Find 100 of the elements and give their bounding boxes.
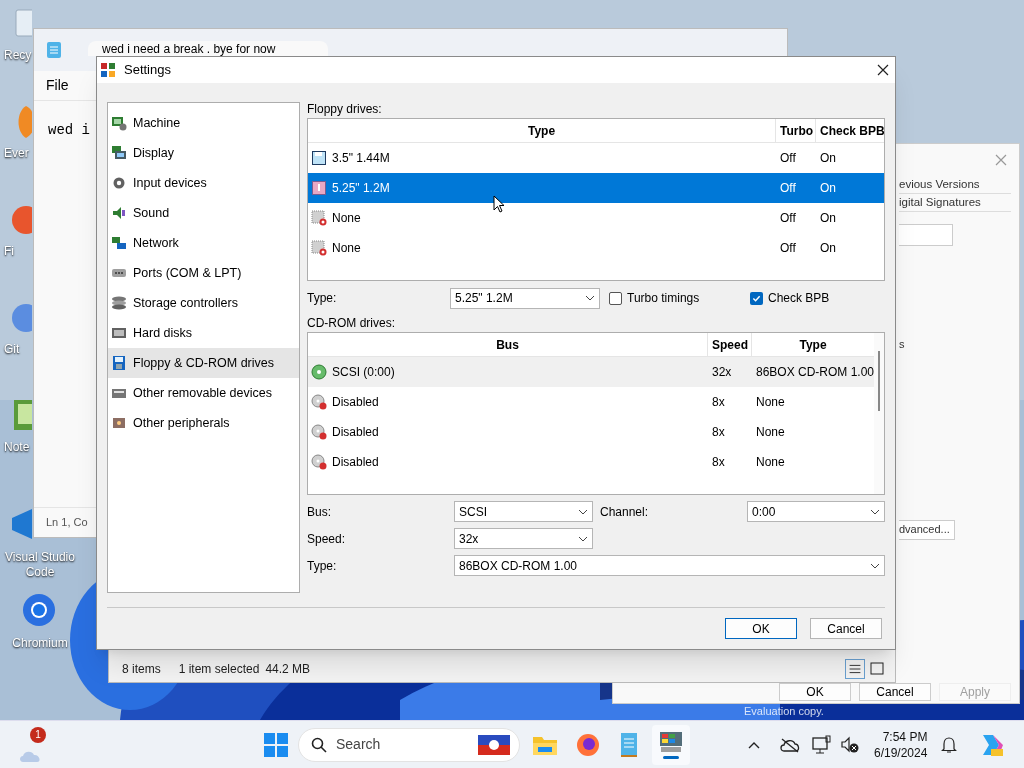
floppy-icon (311, 150, 327, 166)
cloud-off-icon[interactable] (780, 736, 800, 753)
table-cell-text: None (755, 454, 786, 471)
speed-dropdown[interactable]: 32x (454, 528, 593, 549)
bus-dropdown[interactable]: SCSI (454, 501, 593, 522)
category-item[interactable]: Sound (108, 198, 299, 228)
type-dropdown[interactable]: 5.25" 1.2M (450, 287, 600, 309)
table-cell-text: None (332, 240, 361, 257)
category-item[interactable]: Display (108, 138, 299, 168)
chevron-up-icon[interactable] (748, 740, 760, 749)
table-row[interactable]: None Off On (308, 203, 884, 233)
table-cell-text: Off (779, 180, 797, 197)
field-label: Type: (307, 290, 338, 307)
monitor-icon[interactable] (812, 734, 832, 755)
table-cell-text: Off (779, 240, 797, 257)
speaker-icon (111, 205, 127, 221)
column-header[interactable]: Type (308, 119, 776, 142)
table-cell-text: 3.5" 1.44M (332, 150, 390, 167)
category-item[interactable]: Hard disks (108, 318, 299, 348)
category-item[interactable]: Ports (COM & LPT) (108, 258, 299, 288)
tab[interactable]: wed i need a break . bye for now (88, 41, 328, 56)
clock[interactable]: 7:54 PM 6/19/2024 (874, 728, 928, 761)
floppy-icon (111, 355, 127, 371)
evaluation-notice: Evaluation copy. (744, 705, 824, 718)
status-text: Ln 1, Co (46, 515, 88, 531)
table-cell-text: 32x (711, 364, 733, 381)
cancel-button[interactable]: Cancel (810, 618, 882, 639)
weather-widget[interactable]: 1 (18, 726, 50, 763)
tab[interactable]: evious Versions (899, 176, 1011, 194)
windows-logo-icon[interactable] (264, 732, 288, 757)
speaker-muted-icon[interactable] (840, 735, 860, 754)
device-icon (111, 415, 127, 431)
column-header[interactable]: Turbo (776, 119, 816, 142)
disabled-cd-icon (311, 454, 327, 470)
table-cell-text: None (755, 424, 786, 441)
section-label: CD-ROM drives: (307, 316, 396, 332)
menu-item[interactable]: File (46, 75, 69, 96)
table-cell-text: On (819, 240, 837, 257)
table-cell-text: SCSI (0:00) (332, 364, 395, 381)
floppy-icon (311, 180, 327, 196)
table-row[interactable]: 3.5" 1.44M Off On (308, 143, 884, 173)
table-cell-text: 5.25" 1.2M (332, 180, 390, 197)
empty-drive-icon (311, 210, 327, 226)
scrollbar[interactable] (874, 333, 884, 494)
table-row[interactable]: Disabled 8x None (308, 417, 875, 447)
search-box[interactable]: Search (298, 727, 520, 762)
table-row[interactable]: 5.25" 1.2M Off On (308, 173, 884, 203)
table-cell-text: Off (779, 150, 797, 167)
checkbox[interactable] (609, 291, 622, 305)
category-item[interactable]: Network (108, 228, 299, 258)
category-item[interactable]: Storage controllers (108, 288, 299, 318)
chip-icon (111, 115, 127, 131)
category-item[interactable]: Other peripherals (108, 408, 299, 438)
cancel-button[interactable]: Cancel (859, 683, 931, 701)
caret-icon (870, 562, 880, 569)
status-text: 1 item selected (178, 661, 260, 678)
ok-button[interactable]: OK (779, 683, 851, 701)
notepad-icon (46, 41, 62, 59)
bell-icon[interactable] (941, 735, 958, 754)
firefox-like-icon[interactable] (576, 732, 600, 757)
table-cell-text: On (819, 210, 837, 227)
network-icon (111, 235, 127, 251)
category-item[interactable]: Floppy & CD-ROM drives (108, 348, 299, 378)
details-view-icon[interactable] (845, 659, 865, 679)
gear-icon (111, 175, 127, 191)
table-cell-text: 8x (711, 394, 726, 411)
table-cell-text: Disabled (332, 424, 379, 441)
table-cell-text: None (755, 394, 786, 411)
table-cell-text: 8x (711, 424, 726, 441)
table-row[interactable]: Disabled 8x None (308, 387, 875, 417)
column-header[interactable]: Type (752, 333, 875, 356)
field-label: Channel: (600, 503, 650, 521)
disk-stack-icon (111, 295, 127, 311)
column-header[interactable]: Check BPB (816, 119, 884, 142)
channel-dropdown[interactable]: 0:00 (747, 501, 885, 522)
emulator-icon (659, 730, 683, 753)
category-item[interactable]: Machine (108, 108, 299, 138)
table-row[interactable]: SCSI (0:00) 32x 86BOX CD-ROM 1.00 (308, 357, 875, 387)
checkbox[interactable] (750, 291, 763, 305)
table-row[interactable]: Disabled 8x None (308, 447, 875, 477)
field-label: Type: (307, 557, 338, 575)
column-header[interactable]: Speed (708, 333, 752, 356)
notepad-icon[interactable] (620, 731, 638, 758)
table-row[interactable]: None Off On (308, 233, 884, 263)
caret-icon (578, 508, 588, 515)
text-field[interactable] (899, 224, 953, 246)
taskbar-app-button[interactable] (652, 724, 690, 765)
window-title: Settings (124, 61, 171, 80)
category-item[interactable]: Input devices (108, 168, 299, 198)
table-cell-text: Disabled (332, 454, 379, 471)
column-header[interactable]: Bus (308, 333, 708, 356)
category-item[interactable]: Other removable devices (108, 378, 299, 408)
field-label: Speed: (307, 530, 347, 548)
type-dropdown[interactable]: 86BOX CD-ROM 1.00 (454, 555, 885, 576)
tab[interactable]: igital Signatures (899, 194, 1011, 212)
close-icon[interactable] (877, 64, 889, 76)
flag-icon (477, 732, 511, 757)
advanced-button[interactable]: dvanced... (899, 519, 955, 540)
monitor-icon (111, 145, 127, 161)
ok-button[interactable]: OK (725, 618, 797, 639)
